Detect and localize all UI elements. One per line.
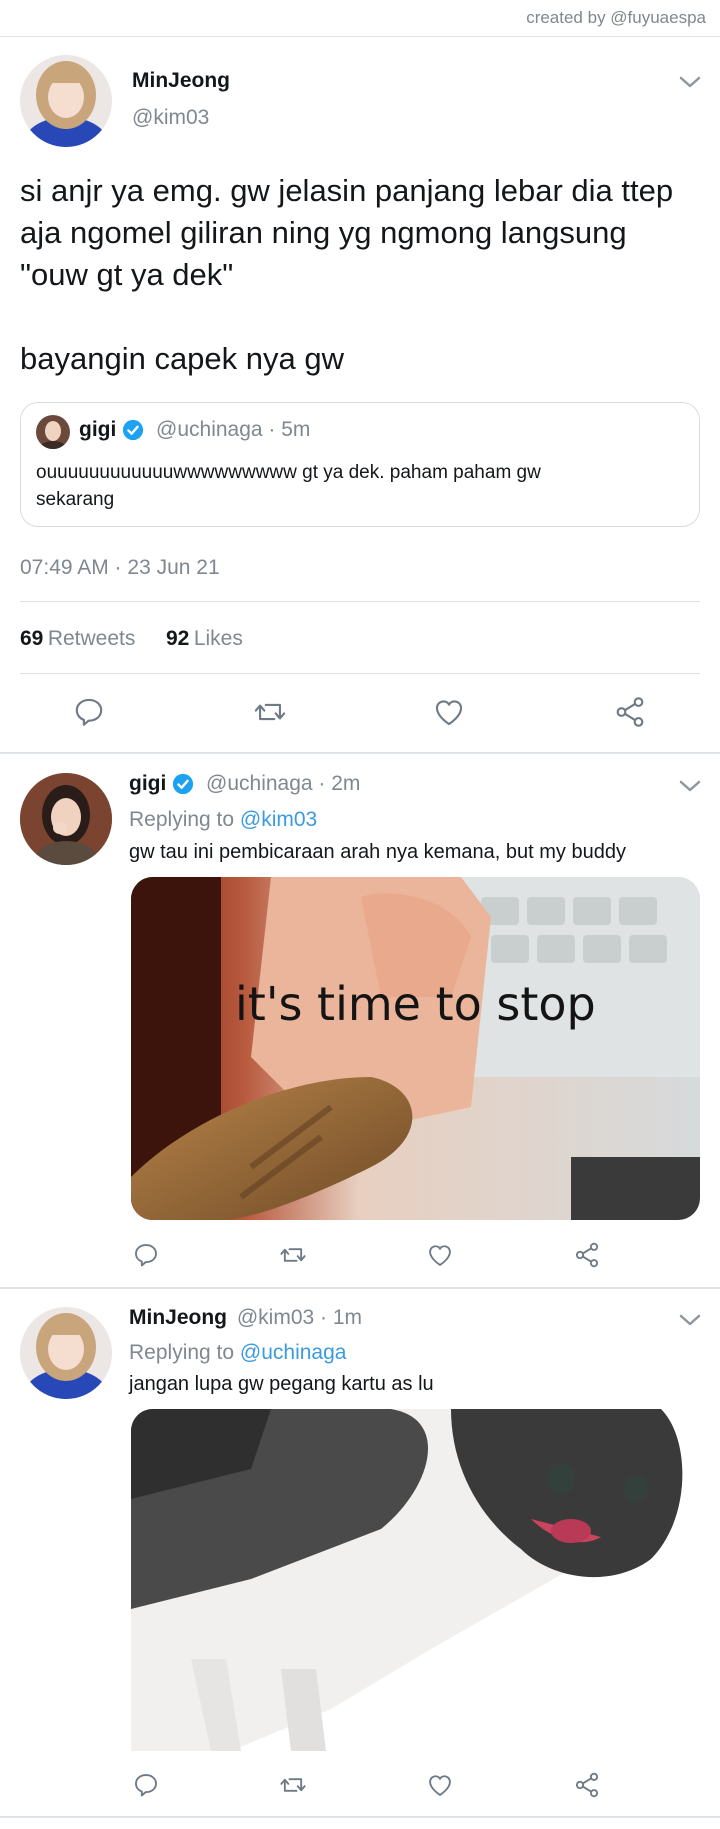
- reply-icon[interactable]: [72, 695, 106, 729]
- tweet-image-cat[interactable]: [131, 1409, 700, 1751]
- display-name[interactable]: MinJeong: [132, 69, 230, 93]
- avatar[interactable]: [20, 55, 112, 147]
- replying-to-label: Replying to: [129, 808, 240, 831]
- divider: [0, 752, 720, 754]
- tweet-text-line: "ouw gt ya dek": [20, 257, 234, 292]
- likes-count: 92: [166, 627, 190, 650]
- verified-badge-icon: [123, 420, 144, 441]
- avatar[interactable]: [20, 1307, 112, 1399]
- divider: [0, 1816, 720, 1818]
- replying-to: Replying to @kim03: [129, 808, 317, 832]
- tweet-text: si anjr ya emg. gw jelasin panjang lebar…: [20, 170, 710, 380]
- retweets-count: 69: [20, 627, 44, 650]
- share-icon[interactable]: [573, 1771, 601, 1799]
- quote-handle: @uchinaga: [156, 418, 263, 441]
- credit-text: created by @fuyuaespa: [526, 8, 706, 27]
- user-handle[interactable]: @kim03: [132, 106, 209, 130]
- chevron-down-icon[interactable]: [678, 74, 702, 90]
- divider: [20, 601, 700, 602]
- user-handle[interactable]: @kim03: [237, 1306, 314, 1329]
- display-name[interactable]: MinJeong: [129, 1306, 227, 1329]
- tweet-text: gw tau ini pembicaraan arah nya kemana, …: [129, 841, 626, 863]
- replying-to-link[interactable]: @kim03: [240, 808, 317, 831]
- retweet-icon[interactable]: [278, 1241, 308, 1269]
- meme-caption: it's time to stop: [235, 977, 596, 1031]
- tweet-image-meme[interactable]: it's time to stop: [131, 877, 700, 1220]
- divider: [0, 36, 720, 37]
- tweet-time: · 2m: [318, 772, 361, 795]
- replying-to: Replying to @uchinaga: [129, 1341, 346, 1365]
- heart-icon[interactable]: [426, 1771, 454, 1799]
- share-icon[interactable]: [573, 1241, 601, 1269]
- quote-text-line: ouuuuuuuuuuuuwwwwwwwww gt ya dek. paham …: [36, 462, 541, 483]
- user-handle[interactable]: @uchinaga: [206, 772, 313, 795]
- tweet-timestamp: 07:49 AM · 23 Jun 21: [20, 556, 220, 579]
- quote-time: · 5m: [268, 418, 311, 441]
- replying-to-label: Replying to: [129, 1341, 240, 1364]
- heart-icon[interactable]: [426, 1241, 454, 1269]
- tweet-time: · 1m: [320, 1306, 363, 1329]
- retweets-label: Retweets: [47, 627, 136, 650]
- likes-label: Likes: [193, 627, 243, 650]
- tweet-text-blank: [20, 296, 710, 338]
- likes-stat[interactable]: 92 Likes: [166, 627, 243, 651]
- verified-badge-icon: [173, 774, 194, 795]
- chevron-down-icon[interactable]: [678, 1312, 702, 1328]
- quote-avatar: [36, 415, 70, 449]
- quoted-tweet[interactable]: gigi @uchinaga · 5m ouuuuuuuuuuuuwwwwwww…: [20, 402, 700, 527]
- replying-to-link[interactable]: @uchinaga: [240, 1341, 347, 1364]
- display-name[interactable]: gigi: [129, 772, 166, 795]
- divider: [0, 1287, 720, 1289]
- reply-icon[interactable]: [132, 1241, 160, 1269]
- retweet-icon[interactable]: [278, 1771, 308, 1799]
- quote-text-line: sekarang: [36, 489, 115, 510]
- share-icon[interactable]: [613, 695, 647, 729]
- quote-display-name: gigi: [79, 418, 117, 441]
- retweet-icon[interactable]: [252, 695, 288, 729]
- quote-text: ouuuuuuuuuuuuwwwwwwwww gt ya dek. paham …: [36, 459, 541, 513]
- tweet-text: jangan lupa gw pegang kartu as lu: [129, 1373, 434, 1395]
- tweet-text-line: si anjr ya emg. gw jelasin panjang lebar…: [20, 173, 674, 208]
- tweet-text-line: bayangin capek nya gw: [20, 341, 345, 376]
- avatar[interactable]: [20, 773, 112, 865]
- tweet-text-line: aja ngomel giliran ning yg ngmong langsu…: [20, 215, 627, 250]
- heart-icon[interactable]: [432, 695, 466, 729]
- divider: [20, 673, 700, 674]
- chevron-down-icon[interactable]: [678, 778, 702, 794]
- retweets-stat[interactable]: 69 Retweets: [20, 627, 135, 651]
- reply-icon[interactable]: [132, 1771, 160, 1799]
